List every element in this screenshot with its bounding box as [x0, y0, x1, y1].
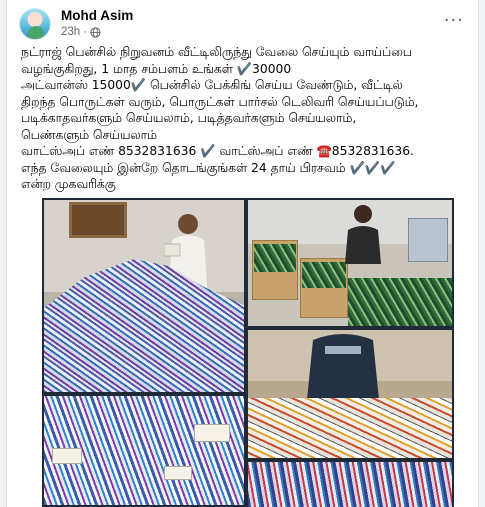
post-text-line: வாட்ஸ்அப் எண் 8532831636 ✔️ வாட்ஸ்அப் எண…: [21, 144, 414, 191]
more-options-icon[interactable]: ···: [444, 12, 464, 30]
assorted-pens-photo[interactable]: [248, 330, 452, 458]
post-card: Mohd Asim 23h · ··· நட்ராஜ் பென்சில் நிற…: [6, 0, 479, 507]
post-time[interactable]: 23h: [61, 26, 80, 38]
pen-closeup-photo[interactable]: [44, 396, 244, 505]
packing-boxes-photo[interactable]: [248, 200, 452, 326]
post-text-line: நட்ராஜ் பென்சில் நிறுவனம் வீட்டிலிருந்து…: [21, 45, 412, 76]
post-header: Mohd Asim 23h · ···: [19, 8, 466, 40]
photo-grid: [42, 198, 454, 507]
post-text: நட்ராஜ் பென்சில் நிறுவனம் வீட்டிலிருந்து…: [21, 44, 425, 193]
pen-rows-photo[interactable]: [248, 462, 452, 507]
author-name[interactable]: Mohd Asim: [61, 8, 133, 23]
post-text-line: அட்வான்ஸ் 15000✔️ பென்சில் பேக்கிங் செய்…: [21, 78, 419, 142]
avatar[interactable]: [19, 8, 51, 40]
pen-pile-photo[interactable]: [44, 200, 244, 392]
post-meta: 23h ·: [61, 26, 101, 38]
globe-icon: [90, 26, 101, 38]
